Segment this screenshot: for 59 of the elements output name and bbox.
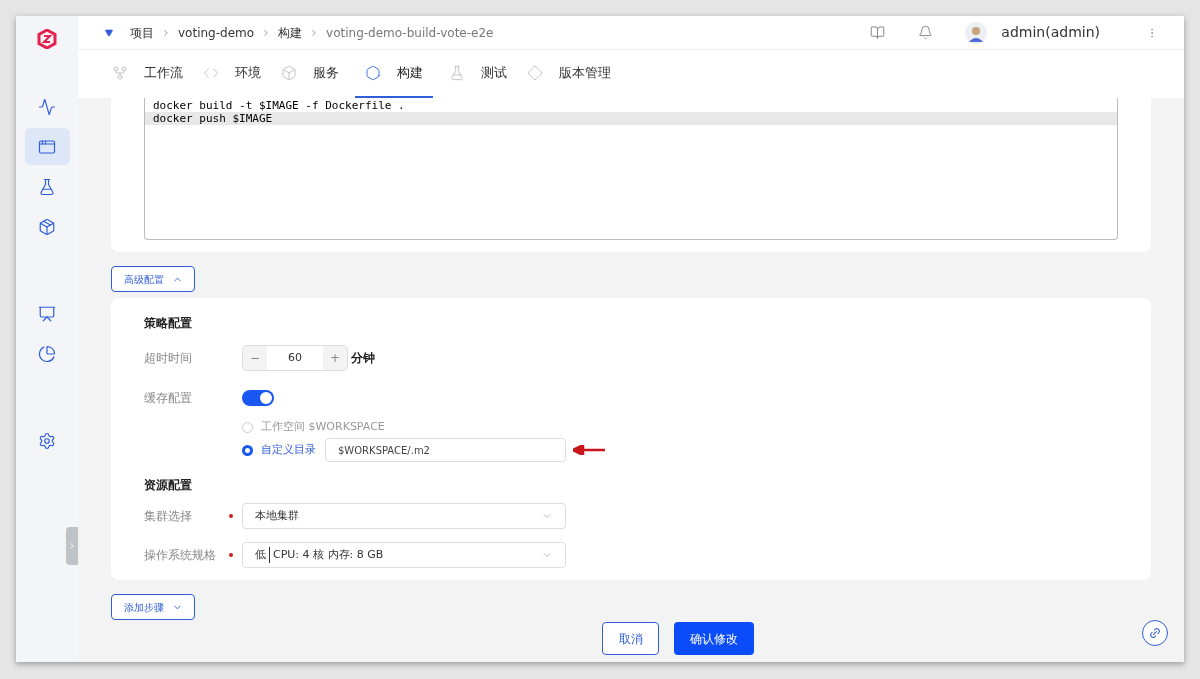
number-stepper[interactable]: − 60 + [242, 345, 348, 371]
package-icon [38, 217, 56, 236]
section-title: 策略配置 [144, 315, 193, 332]
book-icon [870, 25, 886, 40]
tab[interactable]: 环境 [199, 50, 265, 98]
hexagon-icon [365, 65, 381, 81]
cancel-button[interactable]: 取消 [602, 622, 659, 655]
flask-icon [38, 177, 56, 196]
breadcrumb-link[interactable]: 构建 [278, 23, 303, 42]
pie-chart-icon [38, 344, 56, 363]
field-label: 操作系统规格 [144, 547, 217, 564]
field-label: 集群选择 [144, 508, 193, 525]
advanced-settings-button[interactable]: 高级配置 [111, 266, 195, 292]
select-field[interactable]: 本地集群 [242, 503, 566, 529]
code-icon [203, 65, 219, 81]
unit-label: 分钟 [351, 350, 375, 367]
tab[interactable]: 服务 [277, 50, 343, 98]
link-button[interactable] [1142, 620, 1168, 646]
code-line: docker build -t $IMAGE -f Dockerfile . [152, 99, 406, 112]
user-name: admin(admin) [1001, 23, 1100, 42]
bell-icon [918, 25, 934, 40]
radio-label: 自定义目录 [261, 441, 316, 458]
number-input[interactable]: 60 [267, 346, 323, 370]
chevron-right-icon [67, 541, 77, 551]
avatar-icon [965, 21, 988, 44]
tab[interactable]: 工作流 [108, 50, 187, 98]
tab[interactable]: 测试 [445, 50, 511, 98]
field-label: 超时时间 [144, 350, 193, 367]
select-value: CPU: 4 核 内存: 8 GB [273, 546, 385, 563]
logo-icon [37, 29, 57, 49]
select-field[interactable]: 低 CPU: 4 核 内存: 8 GB [242, 542, 566, 568]
presentation-icon [38, 304, 56, 323]
script-editor[interactable]: docker build -t $IMAGE -f Dockerfile . docker push $IMAGE [144, 98, 1118, 240]
directory-input[interactable]: $WORKSPACE/.m2 [325, 438, 566, 462]
radio-button[interactable] [242, 444, 253, 456]
flask-icon [449, 65, 465, 81]
toggle-switch[interactable] [242, 390, 274, 406]
activity-icon [38, 97, 56, 116]
field-label: 缓存配置 [144, 390, 193, 407]
breadcrumb-link[interactable]: voting-demo-build-vote-e2e [326, 23, 494, 42]
window-icon [38, 137, 56, 156]
level-text: 低 [255, 546, 270, 564]
breadcrumb-link[interactable]: 项目 [130, 23, 154, 42]
select-value: 本地集群 [255, 507, 300, 524]
separator-icon [161, 27, 171, 38]
tab[interactable]: 版本管理 [523, 50, 615, 98]
branch-icon [112, 65, 128, 81]
add-step-button[interactable]: 添加步骤 [111, 594, 195, 620]
collapse-handle[interactable] [66, 527, 78, 565]
box-icon [281, 65, 297, 81]
caret-down-icon [105, 28, 113, 37]
radio-label: 工作空间 $WORKSPACE [261, 418, 385, 435]
confirm-button[interactable]: 确认修改 [674, 622, 754, 655]
settings-icon [38, 431, 56, 450]
diamond-icon [527, 65, 543, 81]
sidebar-item[interactable] [24, 128, 70, 165]
arrow-icon [573, 445, 605, 455]
breadcrumb-link[interactable]: voting-demo [178, 23, 255, 42]
section-title: 资源配置 [144, 477, 193, 494]
